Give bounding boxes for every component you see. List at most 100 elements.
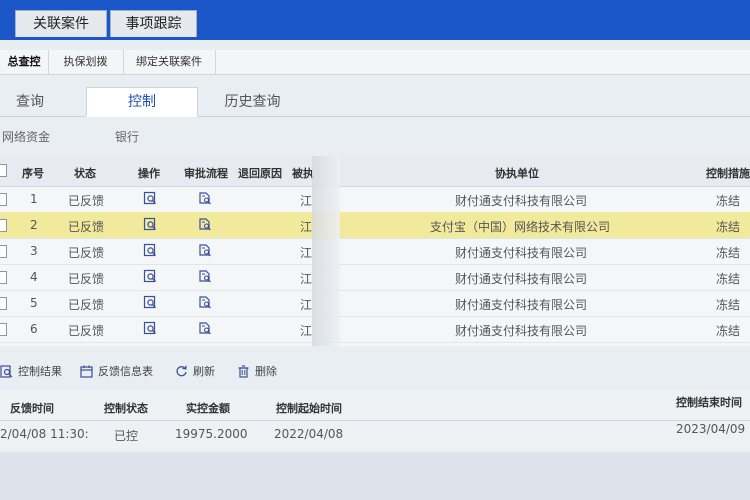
cell-status: 已反馈 <box>68 194 105 208</box>
bank-label[interactable]: 银行 <box>115 128 139 145</box>
header-actual-amount: 实控金额 <box>186 402 230 415</box>
table-header: 序号 状态 操作 审批流程 退回原因 被执 协执单位 控制措施 <box>0 156 750 187</box>
cell-no: 2 <box>30 218 38 232</box>
table-row[interactable]: 5 已反馈 江 财付通支付科技有限公司 冻结 <box>0 290 750 317</box>
cell-control-measure: 冻结 <box>716 298 741 312</box>
view-detail-icon[interactable] <box>143 295 156 309</box>
header-approval-flow: 审批流程 <box>184 167 228 180</box>
cell-assisting-unit: 财付通支付科技有限公司 <box>455 324 588 338</box>
approval-flow-icon[interactable] <box>198 243 211 257</box>
top-nav-bar: 关联案件 事项跟踪 <box>0 0 750 40</box>
cell-no: 6 <box>30 322 38 336</box>
table-row[interactable]: 1 已反馈 江 财付通支付科技有限公司 冻结 <box>0 186 750 213</box>
control-result-button[interactable]: 控制结果 <box>0 364 62 380</box>
redacted-column <box>312 156 340 346</box>
feedback-table-label: 反馈信息表 <box>98 365 153 378</box>
calendar-icon <box>80 365 93 378</box>
cell-no: 3 <box>30 244 38 258</box>
empty-area <box>0 452 750 500</box>
cell-no: 4 <box>30 270 38 284</box>
sub-tab-bind-related-case[interactable]: 绑定关联案件 <box>123 50 216 74</box>
sub-tab-total-inquiry[interactable]: 总查控 <box>0 50 49 74</box>
cell-feedback-time: 2/04/08 11:30: <box>0 427 89 441</box>
cell-assisting-unit: 财付通支付科技有限公司 <box>455 246 588 260</box>
cell-status: 已反馈 <box>68 246 105 260</box>
cell-executed-party: 江 <box>300 194 313 208</box>
row-checkbox[interactable] <box>0 245 7 258</box>
detail-toolbar: 控制结果 反馈信息表 刷新 删除 <box>0 360 750 384</box>
cell-no: 1 <box>30 192 38 206</box>
tab-control[interactable]: 控制 <box>86 87 198 117</box>
search-doc-icon <box>0 365 13 378</box>
control-result-label: 控制结果 <box>18 365 62 378</box>
table-row[interactable]: 2/04/08 11:30: 已控 19975.2000 2022/04/08 … <box>0 420 750 448</box>
cell-control-measure: 冻结 <box>716 272 741 286</box>
top-tab-related-cases[interactable]: 关联案件 <box>15 10 107 37</box>
cell-control-end-time: 2023/04/09 <box>676 422 746 436</box>
table-row[interactable]: 4 已反馈 江 财付通支付科技有限公司 冻结 <box>0 264 750 291</box>
view-detail-icon[interactable] <box>143 321 156 335</box>
control-detail-table: 反馈时间 控制状态 实控金额 控制起始时间 控制结束时间 2/04/08 11:… <box>0 390 750 450</box>
tab-history-query[interactable]: 历史查询 <box>200 88 305 116</box>
row-checkbox[interactable] <box>0 193 7 206</box>
approval-flow-icon[interactable] <box>198 295 211 309</box>
header-return-reason: 退回原因 <box>238 167 282 180</box>
table-row[interactable]: 6 已反馈 江 财付通支付科技有限公司 冻结 <box>0 316 750 343</box>
approval-flow-icon[interactable] <box>198 321 211 335</box>
refresh-label: 刷新 <box>193 365 215 378</box>
header-control-measure: 控制措施 <box>706 167 750 180</box>
header-status: 状态 <box>74 167 96 180</box>
approval-flow-icon[interactable] <box>198 269 211 283</box>
table-row[interactable]: 3 已反馈 江 财付通支付科技有限公司 冻结 <box>0 238 750 265</box>
top-tab-item-tracking[interactable]: 事项跟踪 <box>110 10 197 37</box>
cell-assisting-unit: 财付通支付科技有限公司 <box>455 194 588 208</box>
row-checkbox[interactable] <box>0 271 7 284</box>
cell-control-measure: 冻结 <box>716 220 741 234</box>
tab-query[interactable]: 查询 <box>0 88 60 116</box>
cell-status: 已反馈 <box>68 272 105 286</box>
delete-button[interactable]: 删除 <box>237 364 277 380</box>
network-funds-label[interactable]: 网络资金 <box>2 128 50 145</box>
row-checkbox[interactable] <box>0 297 7 310</box>
row-checkbox[interactable] <box>0 323 7 336</box>
header-executed-party: 被执 <box>292 167 314 180</box>
cell-control-start-time: 2022/04/08 <box>274 427 344 441</box>
cell-executed-party: 江 <box>300 272 313 286</box>
row-checkbox[interactable] <box>0 219 7 232</box>
delete-label: 删除 <box>255 365 277 378</box>
cell-assisting-unit: 支付宝（中国）网络技术有限公司 <box>430 220 611 234</box>
cell-executed-party: 江 <box>300 324 313 338</box>
feedback-table-button[interactable]: 反馈信息表 <box>80 364 153 380</box>
select-all-checkbox[interactable] <box>0 164 7 177</box>
cell-control-measure: 冻结 <box>716 324 741 338</box>
header-assisting-unit: 协执单位 <box>495 167 539 180</box>
cell-control-status: 已控 <box>114 429 139 443</box>
header-feedback-time: 反馈时间 <box>10 402 54 415</box>
view-detail-icon[interactable] <box>143 243 156 257</box>
cell-assisting-unit: 财付通支付科技有限公司 <box>455 298 588 312</box>
approval-flow-icon[interactable] <box>198 191 211 205</box>
header-no: 序号 <box>22 167 44 180</box>
detail-table-header: 反馈时间 控制状态 实控金额 控制起始时间 控制结束时间 <box>0 390 750 421</box>
cell-status: 已反馈 <box>68 298 105 312</box>
cell-assisting-unit: 财付通支付科技有限公司 <box>455 272 588 286</box>
approval-flow-icon[interactable] <box>198 217 211 231</box>
view-detail-icon[interactable] <box>143 191 156 205</box>
header-control-status: 控制状态 <box>104 402 148 415</box>
sub-tab-preservation-transfer[interactable]: 执保划拨 <box>48 50 124 74</box>
trash-icon <box>238 365 249 378</box>
view-detail-icon[interactable] <box>143 217 156 231</box>
filter-row: 网络资金 银行 <box>0 120 750 150</box>
cell-control-measure: 冻结 <box>716 246 741 260</box>
header-control-end-time: 控制结束时间 <box>676 396 742 409</box>
cell-executed-party: 江 <box>300 298 313 312</box>
cell-no: 5 <box>30 296 38 310</box>
refresh-button[interactable]: 刷新 <box>175 364 215 380</box>
view-detail-icon[interactable] <box>143 269 156 283</box>
cell-status: 已反馈 <box>68 324 105 338</box>
sub-tab-bar: 总查控 执保划拨 绑定关联案件 <box>0 50 750 75</box>
cell-control-measure: 冻结 <box>716 194 741 208</box>
header-operation: 操作 <box>138 167 160 180</box>
function-tab-bar: 查询 控制 历史查询 <box>0 86 750 117</box>
table-row[interactable]: 2 已反馈 江 支付宝（中国）网络技术有限公司 冻结 <box>0 212 750 239</box>
